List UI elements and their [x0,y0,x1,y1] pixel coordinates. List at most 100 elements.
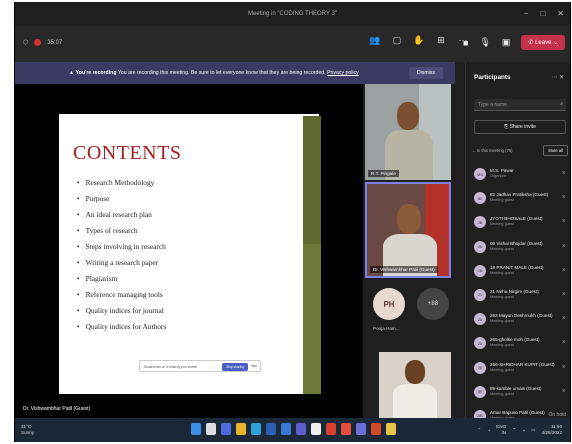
app-icon[interactable] [386,423,396,435]
sharing-notice: Shaaniomin.on is sharing your screen Sto… [139,360,261,372]
avatar: 26 [474,361,486,374]
participant-name: 18 PRANIT MALE (Guest) [490,264,544,270]
avatar: 06 [474,240,486,253]
search-icon[interactable] [206,423,216,435]
leave-label: Leave [535,40,552,46]
list-item[interactable]: 06 06 Vishal Bhojdar (Guest) Meeting guest… [474,239,570,263]
list-item[interactable]: 21 21 Neha Nirgire (Guest) Meeting guest ⨯ [474,287,570,311]
participant-body [393,384,437,418]
windows-taskbar: 31°C Sunny ⌃ ◔ ENG IN ⌔ ◖ ▭ 11:56 4/28/2… [15,418,570,442]
list-item[interactable]: 26 265-gholke moh (Guest) Meeting guest ⨯ [474,335,570,359]
app-icon[interactable] [281,423,291,435]
hide-button[interactable]: Hide [250,364,257,368]
word-icon[interactable] [266,423,276,435]
stop-sharing-button[interactable]: Stop sharing [222,363,248,371]
recording-banner: ▲ You're recording You are recording thi… [15,62,455,84]
weather-widget[interactable]: 31°C Sunny [21,424,34,436]
avatar: 26 [474,337,486,350]
mic-icon[interactable]: 🎙 [479,37,490,48]
slide-contents-list: Research Methodology Purpose An ideal re… [77,175,167,335]
participant-name: 06 Vishal Bhojdar (Guest) [490,240,543,246]
participant-head [405,360,425,384]
slide-title: CONTENTS [73,142,182,164]
panel-controls[interactable]: ⋯ ✕ [551,74,564,81]
list-item[interactable]: 89 89-kamble umais (Guest) Meeting guest ⨯ [474,384,570,408]
start-icon[interactable] [191,423,201,435]
minimize-button[interactable]: − [524,9,529,18]
in-meeting-count: In this meeting (75) [476,148,513,153]
participant-name: JYOTI BHOSALE (Guest) [490,216,543,222]
dismiss-button[interactable]: Dismiss [408,67,443,79]
slide-accent [303,116,321,244]
participant-role: Organizer [490,174,507,178]
recording-icon [34,39,42,46]
avatar: 21 [474,288,486,301]
app-icon[interactable] [326,423,336,435]
list-item[interactable]: JB JYOTI BHOSALE (Guest) Meeting guest ⨯ [474,214,570,238]
chevron-up-icon[interactable]: ⌃ [478,427,482,433]
privacy-policy-link[interactable]: Privacy policy [327,70,359,76]
meeting-toolbar: ⬡ 35:07 👥 ▢ ✋ ⊞ ⋯ ■ 🎙 ▣ ✆ Leave ⌄ [15,26,570,62]
app-icon[interactable] [311,423,321,435]
participant-role: Meeting guest [490,294,514,299]
chat-icon[interactable]: ▢ [391,35,403,46]
avatar: 18 [474,264,486,277]
participant-name: 266-SHRIDHAR KUPIT (Guest) [490,361,555,367]
list-item[interactable]: 82 82 Jadhav Pratiksha (Guest) Meeting gue… [474,190,570,214]
clock[interactable]: 11:56 4/28/2022 [542,424,562,436]
system-tray: ⌃ ◔ ENG IN ⌔ ◖ ▭ 11:56 4/28/2022 [478,424,563,436]
participant-name: Amar Bapuso Patil (Guest) [490,409,545,415]
list-item[interactable]: 18 18 PRANIT MALE (Guest) Meeting guest ⨯ [474,263,570,287]
video-tile[interactable]: R.T. Pingale [365,84,451,180]
avatar[interactable]: PH [373,288,405,320]
mic-off-icon: ⨯ [561,266,566,273]
maximize-button[interactable]: □ [540,9,545,18]
warning-icon: ▲ [69,70,75,76]
file-explorer-icon[interactable] [236,423,246,435]
share-icon[interactable]: ▣ [502,37,511,48]
language-indicator[interactable]: ENG IN [496,424,506,436]
slide-accent [303,244,321,394]
mic-off-icon: ⨯ [561,387,566,394]
mic-off-icon: ⨯ [561,242,566,249]
list-item[interactable]: MS M.S. Pawar Organizer ⨯ [474,166,570,190]
teams-window: Meeting in "CODING THEORY 3" − □ ✕ ⬡ 35:… [14,2,571,442]
on-hold-label: On hold [548,411,566,418]
chrome-icon[interactable] [341,423,351,435]
in-meeting-section[interactable]: ⌄ In this meeting (75) Mute all [472,145,568,156]
edge-icon[interactable] [251,423,261,435]
share-invite-button[interactable]: ⎘ Share invite [474,120,566,134]
network-icon[interactable]: ◔ [487,428,490,433]
tile-name: R.T. Pingale [368,170,399,177]
powerpoint-icon[interactable] [371,423,381,435]
teams-icon[interactable] [296,423,306,435]
participant-search-input[interactable]: Type a name ⌕ [474,99,566,111]
title-bar: Meeting in "CODING THEORY 3" − □ ✕ [15,2,570,26]
video-tile-active[interactable]: Dr. Vishwambhar Patil (Guest) [365,182,451,278]
list-item[interactable]: 26 263 Mayuri Deshmukh (Guest) Meeting gue… [474,311,570,335]
video-tile[interactable] [379,352,451,418]
mic-off-icon: ⨯ [561,194,566,201]
participant-name: M.S. Pawar [490,168,514,173]
participant-name: 263 Mayuri Deshmukh (Guest) [490,313,553,319]
battery-icon[interactable]: ▭ [531,427,535,433]
people-icon[interactable]: 👥 [369,35,381,46]
volume-icon[interactable]: ◖ [522,428,525,433]
avatar: 26 [474,313,486,326]
teams-icon[interactable] [356,423,366,435]
participant-name: 89-kamble umais (Guest) [490,385,542,391]
camera-icon[interactable]: ■ [463,38,468,48]
mic-off-icon: ⨯ [561,315,566,322]
leave-button[interactable]: ✆ Leave ⌄ [521,35,566,50]
mute-all-button[interactable]: Mute all [543,145,568,156]
wifi-icon[interactable]: ⌔ [512,427,516,433]
rooms-icon[interactable]: ⊞ [435,35,447,46]
language-region: IN [501,430,507,435]
raise-hand-icon[interactable]: ✋ [413,35,425,46]
task-view-icon[interactable] [221,423,231,435]
search-placeholder: Type a name [478,102,507,108]
list-item: Purpose [77,191,166,207]
close-button[interactable]: ✕ [557,9,564,18]
more-participants[interactable]: +88 [417,288,449,320]
list-item[interactable]: 26 266-SHRIDHAR KUPIT (Guest) Meeting gues… [474,360,570,384]
